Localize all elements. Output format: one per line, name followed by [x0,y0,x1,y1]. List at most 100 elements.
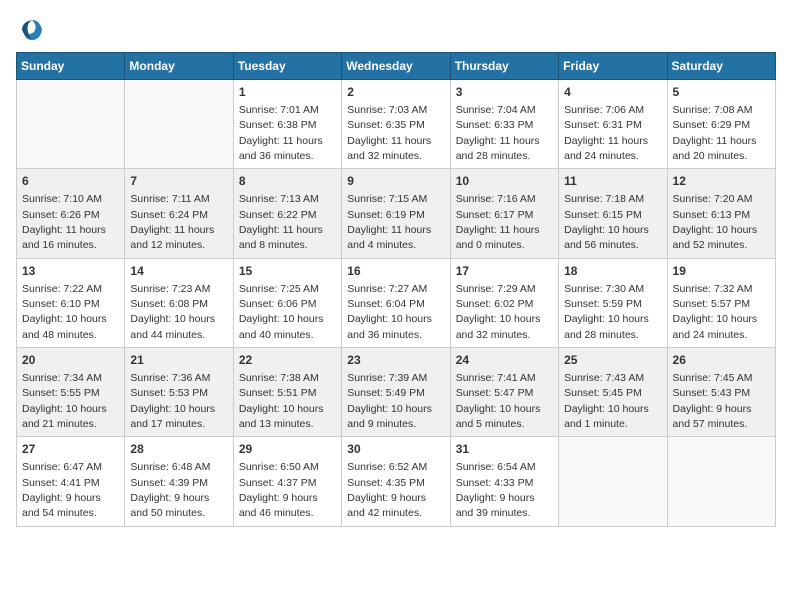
day-number: 17 [456,263,553,280]
cell-info: Sunrise: 7:36 AMSunset: 5:53 PMDaylight:… [130,372,215,430]
cell-info: Sunrise: 7:01 AMSunset: 6:38 PMDaylight:… [239,104,323,162]
day-header-wednesday: Wednesday [342,53,450,80]
cell-info: Sunrise: 6:50 AMSunset: 4:37 PMDaylight:… [239,461,319,519]
day-number: 4 [564,84,661,101]
day-header-saturday: Saturday [667,53,775,80]
logo [16,16,46,44]
day-header-friday: Friday [559,53,667,80]
cell-info: Sunrise: 7:29 AMSunset: 6:02 PMDaylight:… [456,283,541,341]
calendar-week-5: 27 Sunrise: 6:47 AMSunset: 4:41 PMDayligh… [17,437,776,526]
cell-info: Sunrise: 7:27 AMSunset: 6:04 PMDaylight:… [347,283,432,341]
logo-icon [18,16,46,44]
day-number: 11 [564,173,661,190]
calendar-cell [17,80,125,169]
calendar-cell: 30 Sunrise: 6:52 AMSunset: 4:35 PMDayligh… [342,437,450,526]
cell-info: Sunrise: 7:03 AMSunset: 6:35 PMDaylight:… [347,104,431,162]
calendar-cell: 26Sunrise: 7:45 AMSunset: 5:43 PMDayligh… [667,348,775,437]
cell-info: Sunrise: 7:11 AMSunset: 6:24 PMDaylight:… [130,193,214,251]
calendar-cell: 18Sunrise: 7:30 AMSunset: 5:59 PMDayligh… [559,258,667,347]
cell-info: Sunrise: 7:39 AMSunset: 5:49 PMDaylight:… [347,372,432,430]
day-number: 25 [564,352,661,369]
cell-info: Sunrise: 7:38 AMSunset: 5:51 PMDaylight:… [239,372,324,430]
calendar-cell: 24 Sunrise: 7:41 AMSunset: 5:47 PMDayligh… [450,348,558,437]
day-header-monday: Monday [125,53,233,80]
day-number: 15 [239,263,336,280]
day-number: 31 [456,441,553,458]
calendar-cell: 29 Sunrise: 6:50 AMSunset: 4:37 PMDayligh… [233,437,341,526]
day-number: 20 [22,352,119,369]
cell-info: Sunrise: 6:48 AMSunset: 4:39 PMDaylight:… [130,461,210,519]
day-number: 10 [456,173,553,190]
day-number: 6 [22,173,119,190]
calendar-cell: 23 Sunrise: 7:39 AMSunset: 5:49 PMDayligh… [342,348,450,437]
calendar-cell: 8 Sunrise: 7:13 AMSunset: 6:22 PMDaylight… [233,169,341,258]
day-number: 23 [347,352,444,369]
cell-info: Sunrise: 7:25 AMSunset: 6:06 PMDaylight:… [239,283,324,341]
cell-info: Sunrise: 7:34 AMSunset: 5:55 PMDaylight:… [22,372,107,430]
calendar-cell: 14 Sunrise: 7:23 AMSunset: 6:08 PMDayligh… [125,258,233,347]
calendar-cell: 2 Sunrise: 7:03 AMSunset: 6:35 PMDaylight… [342,80,450,169]
calendar-cell [667,437,775,526]
calendar-cell: 12Sunrise: 7:20 AMSunset: 6:13 PMDayligh… [667,169,775,258]
day-number: 24 [456,352,553,369]
calendar-cell: 22 Sunrise: 7:38 AMSunset: 5:51 PMDayligh… [233,348,341,437]
calendar-cell: 13Sunrise: 7:22 AMSunset: 6:10 PMDayligh… [17,258,125,347]
day-number: 27 [22,441,119,458]
calendar-cell: 27 Sunrise: 6:47 AMSunset: 4:41 PMDayligh… [17,437,125,526]
calendar-cell: 7 Sunrise: 7:11 AMSunset: 6:24 PMDaylight… [125,169,233,258]
calendar-cell: 10 Sunrise: 7:16 AMSunset: 6:17 PMDayligh… [450,169,558,258]
calendar-cell [559,437,667,526]
calendar-cell: 20 Sunrise: 7:34 AMSunset: 5:55 PMDayligh… [17,348,125,437]
calendar-cell: 17 Sunrise: 7:29 AMSunset: 6:02 PMDayligh… [450,258,558,347]
calendar-week-2: 6Sunrise: 7:10 AMSunset: 6:26 PMDaylight… [17,169,776,258]
cell-info: Sunrise: 7:41 AMSunset: 5:47 PMDaylight:… [456,372,541,430]
calendar-cell: 15 Sunrise: 7:25 AMSunset: 6:06 PMDayligh… [233,258,341,347]
calendar-cell: 16 Sunrise: 7:27 AMSunset: 6:04 PMDayligh… [342,258,450,347]
day-number: 28 [130,441,227,458]
day-number: 30 [347,441,444,458]
day-number: 22 [239,352,336,369]
day-number: 21 [130,352,227,369]
calendar-week-1: 1 Sunrise: 7:01 AMSunset: 6:38 PMDaylight… [17,80,776,169]
calendar-cell: 25Sunrise: 7:43 AMSunset: 5:45 PMDayligh… [559,348,667,437]
calendar-cell: 9 Sunrise: 7:15 AMSunset: 6:19 PMDaylight… [342,169,450,258]
cell-info: Sunrise: 7:32 AMSunset: 5:57 PMDaylight:… [673,283,758,341]
day-number: 9 [347,173,444,190]
day-number: 18 [564,263,661,280]
calendar-week-3: 13Sunrise: 7:22 AMSunset: 6:10 PMDayligh… [17,258,776,347]
cell-info: Sunrise: 7:13 AMSunset: 6:22 PMDaylight:… [239,193,323,251]
cell-info: Sunrise: 7:15 AMSunset: 6:19 PMDaylight:… [347,193,431,251]
calendar-cell: 3Sunrise: 7:04 AMSunset: 6:33 PMDaylight… [450,80,558,169]
calendar-cell: 4 Sunrise: 7:06 AMSunset: 6:31 PMDaylight… [559,80,667,169]
cell-info: Sunrise: 7:23 AMSunset: 6:08 PMDaylight:… [130,283,215,341]
calendar-cell: 28 Sunrise: 6:48 AMSunset: 4:39 PMDayligh… [125,437,233,526]
cell-info: Sunrise: 7:06 AMSunset: 6:31 PMDaylight:… [564,104,648,162]
day-number: 19 [673,263,770,280]
calendar-cell: 6Sunrise: 7:10 AMSunset: 6:26 PMDaylight… [17,169,125,258]
calendar-cell: 31Sunrise: 6:54 AMSunset: 4:33 PMDayligh… [450,437,558,526]
calendar: SundayMondayTuesdayWednesdayThursdayFrid… [16,52,776,527]
day-number: 1 [239,84,336,101]
day-number: 12 [673,173,770,190]
day-number: 2 [347,84,444,101]
day-number: 7 [130,173,227,190]
cell-info: Sunrise: 6:52 AMSunset: 4:35 PMDaylight:… [347,461,427,519]
calendar-cell: 19 Sunrise: 7:32 AMSunset: 5:57 PMDayligh… [667,258,775,347]
calendar-cell: 21 Sunrise: 7:36 AMSunset: 5:53 PMDayligh… [125,348,233,437]
day-header-sunday: Sunday [17,53,125,80]
calendar-cell [125,80,233,169]
calendar-week-4: 20 Sunrise: 7:34 AMSunset: 5:55 PMDayligh… [17,348,776,437]
day-number: 3 [456,84,553,101]
day-number: 8 [239,173,336,190]
day-number: 13 [22,263,119,280]
calendar-cell: 1 Sunrise: 7:01 AMSunset: 6:38 PMDaylight… [233,80,341,169]
cell-info: Sunrise: 7:16 AMSunset: 6:17 PMDaylight:… [456,193,540,251]
cell-info: Sunrise: 6:47 AMSunset: 4:41 PMDaylight:… [22,461,102,519]
day-number: 5 [673,84,770,101]
day-number: 29 [239,441,336,458]
day-number: 16 [347,263,444,280]
day-header-thursday: Thursday [450,53,558,80]
calendar-header-row: SundayMondayTuesdayWednesdayThursdayFrid… [17,53,776,80]
day-number: 14 [130,263,227,280]
day-number: 26 [673,352,770,369]
